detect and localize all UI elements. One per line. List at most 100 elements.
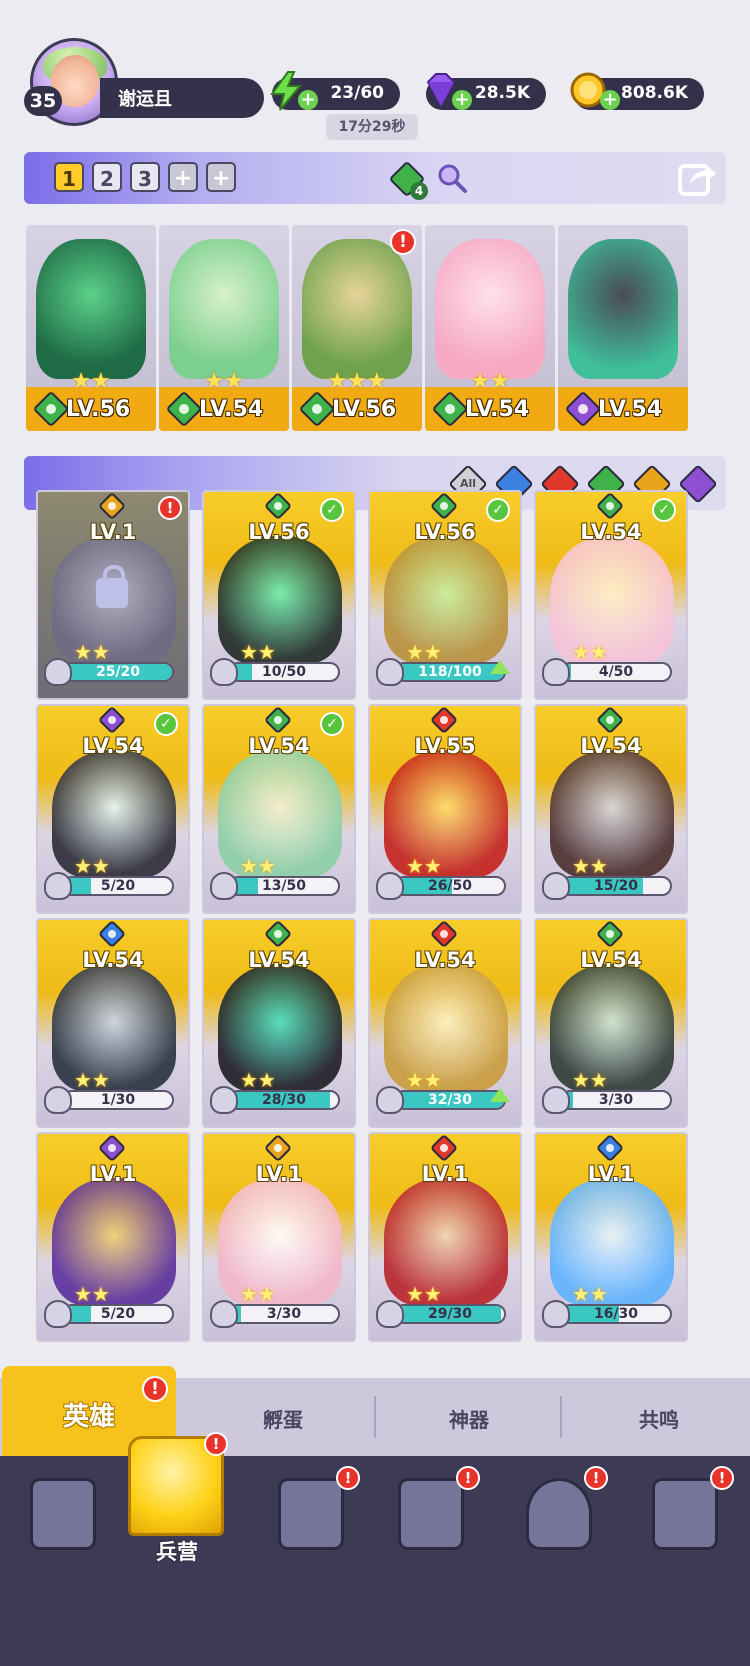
artifact-count: 4 [410, 182, 428, 200]
tab-divider [374, 1396, 376, 1438]
gem-counter[interactable]: + 28.5K [426, 73, 546, 110]
alert-icon: ! [390, 229, 416, 255]
energy-counter[interactable]: + 23/60 [270, 71, 400, 111]
shard-count: 118/100 [418, 664, 482, 680]
shard-icon [44, 1086, 72, 1114]
hero-card[interactable]: LV.54 ★★ 28/30 [202, 918, 356, 1128]
nav-banner[interactable]: ! [630, 1466, 740, 1566]
team-tab-add-2[interactable]: + [206, 162, 236, 192]
element-water-icon [595, 1134, 625, 1163]
hero-card[interactable]: LV.54 ★★ 3/30 [534, 918, 688, 1128]
shard-icon [44, 658, 72, 686]
formation-card[interactable]: LV.54 [558, 225, 688, 431]
mushroom-alert-icon: ! [584, 1466, 608, 1490]
element-fire-icon [429, 1134, 459, 1163]
star-rating: ★★ [240, 640, 276, 664]
hero-card[interactable]: LV.1 ★★ 29/30 [368, 1132, 522, 1342]
formation-card[interactable]: ★★ LV.54 [159, 225, 289, 431]
hero-level: LV.1 [89, 520, 137, 544]
formation-card[interactable]: ★★ LV.54 [425, 225, 555, 431]
player-name: 谢运且 [118, 89, 172, 110]
star-rating: ★★★ [327, 369, 387, 394]
gem-plus-button[interactable]: + [452, 90, 472, 110]
tab-artifact[interactable]: 神器 [382, 1400, 556, 1440]
team-tab-add-1[interactable]: + [168, 162, 198, 192]
shard-count: 5/20 [100, 1306, 136, 1322]
nav-map[interactable]: ! [256, 1466, 366, 1566]
hero-level: LV.54 [465, 397, 530, 422]
nature-artifact-icon[interactable]: 4 [388, 160, 428, 200]
hero-level: LV.1 [89, 1162, 137, 1186]
team-tab-2[interactable]: 2 [92, 162, 122, 192]
formation-card[interactable]: ★★ LV.56 [26, 225, 156, 431]
star-rating: ★★ [240, 1282, 276, 1306]
cards-icon [30, 1478, 96, 1550]
element-nature-icon [263, 706, 293, 735]
hero-card[interactable]: LV.1 ★★ 3/30 [202, 1132, 356, 1342]
star-rating: ★★ [71, 369, 111, 394]
tab-heroes-label: 英雄 [62, 1402, 115, 1432]
hero-card[interactable]: LV.54 ★★ 32/30 [368, 918, 522, 1128]
team-tab-3[interactable]: 3 [130, 162, 160, 192]
nav-mushroom[interactable]: ! [504, 1466, 614, 1566]
shard-icon [376, 658, 404, 686]
hero-portrait [435, 239, 545, 379]
alert-icon: ! [158, 496, 182, 520]
shard-count: 4/50 [598, 664, 634, 680]
share-icon[interactable] [676, 156, 718, 198]
hero-card[interactable]: LV.54 ★★ 1/30 [36, 918, 190, 1128]
hero-portrait [302, 239, 412, 379]
star-rating: ★★ [406, 1068, 442, 1092]
shard-progress-bar: 5/20 [62, 1304, 174, 1324]
hero-card[interactable]: ! LV.1 ★★ 25/20 [36, 490, 190, 700]
coin-plus-button[interactable]: + [600, 90, 620, 110]
star-rating: ★★ [572, 1282, 608, 1306]
element-nature-icon [595, 920, 625, 949]
player-name-plate[interactable]: 谢运且 [100, 78, 264, 118]
hero-card[interactable]: ✓ LV.54 ★★ 4/50 [534, 490, 688, 700]
tab-resonance[interactable]: 共鸣 [572, 1400, 746, 1440]
hero-card[interactable]: ✓ LV.54 ★★ 5/20 [36, 704, 190, 914]
element-fire-icon [429, 706, 459, 735]
formation-card[interactable]: ★★★ LV.56! [292, 225, 422, 431]
star-rating: ★★ [572, 1068, 608, 1092]
hero-level: LV.55 [414, 734, 476, 758]
shard-icon [542, 1086, 570, 1114]
shard-icon [376, 1086, 404, 1114]
shard-icon [542, 1300, 570, 1328]
star-rating: ★★ [204, 369, 244, 394]
element-dark-icon [97, 706, 127, 735]
shard-progress-bar: 26/50 [394, 876, 506, 896]
tab-divider [560, 1396, 562, 1438]
shard-icon [44, 1300, 72, 1328]
nav-barracks[interactable]: ! 兵营 [120, 1432, 234, 1572]
search-icon[interactable] [436, 162, 468, 194]
star-rating: ★★ [74, 640, 110, 664]
nav-barracks-label: 兵营 [156, 1540, 198, 1564]
shard-progress-bar: 3/30 [228, 1304, 340, 1324]
hero-card[interactable]: ✓ LV.56 ★★ 118/100 [368, 490, 522, 700]
nav-cards[interactable] [8, 1466, 118, 1566]
nav-castle[interactable]: ! [376, 1466, 486, 1566]
hero-card[interactable]: LV.54 ★★ 15/20 [534, 704, 688, 914]
shard-icon [210, 1086, 238, 1114]
hero-level: LV.54 [82, 948, 144, 972]
shard-icon [376, 872, 404, 900]
team-tab-1[interactable]: 1 [54, 162, 84, 192]
energy-plus-button[interactable]: + [298, 90, 318, 110]
shard-progress-bar: 10/50 [228, 662, 340, 682]
player-level-badge: 35 [24, 86, 62, 116]
owned-check-icon: ✓ [320, 712, 344, 736]
hero-level: LV.56 [332, 397, 397, 422]
hero-card[interactable]: LV.1 ★★ 5/20 [36, 1132, 190, 1342]
hero-card[interactable]: ✓ LV.56 ★★ 10/50 [202, 490, 356, 700]
upgrade-arrow-icon [490, 1088, 510, 1102]
hero-level: LV.1 [255, 1162, 303, 1186]
hero-card[interactable]: ✓ LV.54 ★★ 13/50 [202, 704, 356, 914]
hero-card[interactable]: LV.1 ★★ 16/30 [534, 1132, 688, 1342]
coin-counter[interactable]: + 808.6K [570, 72, 704, 110]
shard-icon [210, 1300, 238, 1328]
hero-card[interactable]: LV.55 ★★ 26/50 [368, 704, 522, 914]
hero-level: LV.54 [580, 520, 642, 544]
energy-timer: 17分29秒 [326, 114, 418, 140]
